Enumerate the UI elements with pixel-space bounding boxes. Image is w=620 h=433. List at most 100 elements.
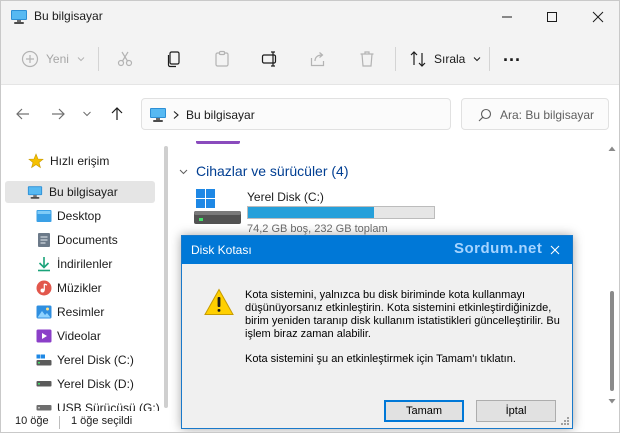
drive-usage-bar <box>247 206 435 219</box>
delete-button[interactable] <box>358 45 376 73</box>
sidebar-item-label: Resimler <box>57 305 105 319</box>
selected-count: 1 öğe seçildi <box>71 415 133 427</box>
clipboard-icon <box>215 50 229 67</box>
music-icon <box>36 280 52 296</box>
drive-icon <box>36 352 52 368</box>
drive-usage-fill <box>248 207 375 218</box>
star-icon <box>28 153 44 169</box>
sidebar-item-music[interactable]: Müzikler <box>1 277 159 299</box>
sidebar-item-usb-drive[interactable]: USB Sürücüsü (G:) <box>1 397 160 411</box>
sidebar-item-quick-access[interactable]: Hızlı erişim <box>1 150 159 172</box>
share-button[interactable] <box>309 45 327 73</box>
rename-button[interactable] <box>261 45 279 73</box>
pictures-icon <box>36 304 52 320</box>
usb-drive-icon <box>36 400 52 411</box>
group-title: Cihazlar ve sürücüler (4) <box>196 163 349 179</box>
sidebar-item-label: Documents <box>57 233 118 247</box>
dialog-message: Kota sistemini, yalnızca bu disk birimin… <box>245 289 560 340</box>
arrow-right-icon <box>52 108 65 120</box>
search-box[interactable] <box>461 98 609 130</box>
title-bar: Bu bilgisayar <box>1 1 619 33</box>
sidebar-item-label: İndirilenler <box>57 257 113 271</box>
computer-icon <box>11 10 27 24</box>
drive-icon <box>36 376 52 392</box>
sidebar-item-documents[interactable]: Documents <box>1 229 159 251</box>
close-icon <box>592 11 604 23</box>
download-icon <box>36 256 52 272</box>
sidebar-item-videos[interactable]: Videolar <box>1 325 159 347</box>
file-explorer-window: Bu bilgisayar Yeni Sırala ... Bu bilgisa… <box>0 0 620 433</box>
sidebar-item-downloads[interactable]: İndirilenler <box>1 253 159 275</box>
sort-icon <box>410 51 426 67</box>
address-path: Bu bilgisayar <box>186 108 255 122</box>
new-button-label: Yeni <box>46 52 69 66</box>
sidebar-scrollbar[interactable] <box>164 146 168 408</box>
copy-icon <box>167 51 180 68</box>
sidebar-item-desktop[interactable]: Desktop <box>1 205 159 227</box>
scrollbar-thumb[interactable] <box>610 291 614 391</box>
item-count: 10 öğe <box>15 415 49 427</box>
search-input[interactable] <box>500 106 604 124</box>
command-bar: Yeni Sırala ... <box>1 33 619 85</box>
close-button[interactable] <box>575 1 619 33</box>
search-icon <box>478 108 492 122</box>
scroll-up-arrow-icon <box>608 146 616 151</box>
documents-folder-icon <box>36 232 52 248</box>
maximize-button[interactable] <box>529 1 575 33</box>
sidebar-item-this-pc[interactable]: Bu bilgisayar <box>5 181 155 203</box>
paste-button[interactable] <box>213 45 231 73</box>
plus-circle-icon <box>21 50 39 68</box>
chevron-right-icon <box>173 111 179 119</box>
sidebar-item-label: Videolar <box>57 329 101 343</box>
toolbar-separator <box>395 47 396 71</box>
sidebar-item-label: USB Sürücüsü (G:) <box>57 401 160 411</box>
cut-button[interactable] <box>116 45 134 73</box>
sidebar-item-label: Yerel Disk (C:) <box>57 353 134 367</box>
forward-button[interactable] <box>48 104 68 124</box>
toolbar-separator <box>489 47 490 71</box>
copy-button[interactable] <box>165 45 183 73</box>
rename-icon <box>261 51 277 67</box>
more-options-button[interactable]: ... <box>503 45 521 73</box>
arrow-left-icon <box>16 108 29 120</box>
share-icon <box>310 52 325 67</box>
minimize-button[interactable] <box>484 1 530 33</box>
cancel-button[interactable]: İptal <box>476 400 556 422</box>
chevron-down-icon <box>77 57 85 62</box>
recent-locations-button[interactable] <box>77 104 97 124</box>
sidebar-item-label: Müzikler <box>57 281 102 295</box>
minimize-icon <box>502 16 512 18</box>
new-button[interactable]: Yeni <box>21 45 85 73</box>
sidebar-item-drive-d[interactable]: Yerel Disk (D:) <box>1 373 159 395</box>
sort-button[interactable]: Sırala <box>409 45 481 73</box>
sidebar-item-drive-c[interactable]: Yerel Disk (C:) <box>1 349 159 371</box>
close-icon <box>550 245 560 255</box>
sidebar-item-label: Yerel Disk (D:) <box>57 377 134 391</box>
back-button[interactable] <box>13 104 33 124</box>
resize-grip-icon[interactable] <box>560 416 570 426</box>
address-bar[interactable]: Bu bilgisayar <box>141 98 451 130</box>
sidebar-item-label: Hızlı erişim <box>50 154 110 168</box>
more-options-label: ... <box>503 44 522 65</box>
scroll-down-arrow-icon <box>608 399 616 404</box>
group-header-devices[interactable]: Cihazlar ve sürücüler (4) <box>179 163 349 179</box>
previous-item-fragment <box>196 141 240 144</box>
warning-icon <box>204 288 234 315</box>
ok-button[interactable]: Tamam <box>384 400 464 422</box>
up-button[interactable] <box>107 104 127 124</box>
sidebar-item-label: Bu bilgisayar <box>49 185 118 199</box>
chevron-down-icon <box>83 111 91 117</box>
videos-icon <box>36 328 52 344</box>
dialog-close-button[interactable] <box>538 236 572 264</box>
dialog-title: Disk Kotası <box>191 243 252 257</box>
drive-icon <box>194 189 241 224</box>
sidebar-item-pictures[interactable]: Resimler <box>1 301 159 323</box>
content-scrollbar[interactable] <box>607 146 617 408</box>
computer-icon <box>150 108 166 122</box>
chevron-down-icon <box>179 169 188 174</box>
computer-icon <box>27 184 43 200</box>
address-row: Bu bilgisayar <box>1 86 619 141</box>
drive-space-text: 74,2 GB boş, 232 GB toplam <box>247 223 388 235</box>
dialog-confirm-message: Kota sistemini şu an etkinleştirmek için… <box>245 353 516 365</box>
dialog-title-bar: Disk Kotası Sordum.net <box>182 236 572 264</box>
